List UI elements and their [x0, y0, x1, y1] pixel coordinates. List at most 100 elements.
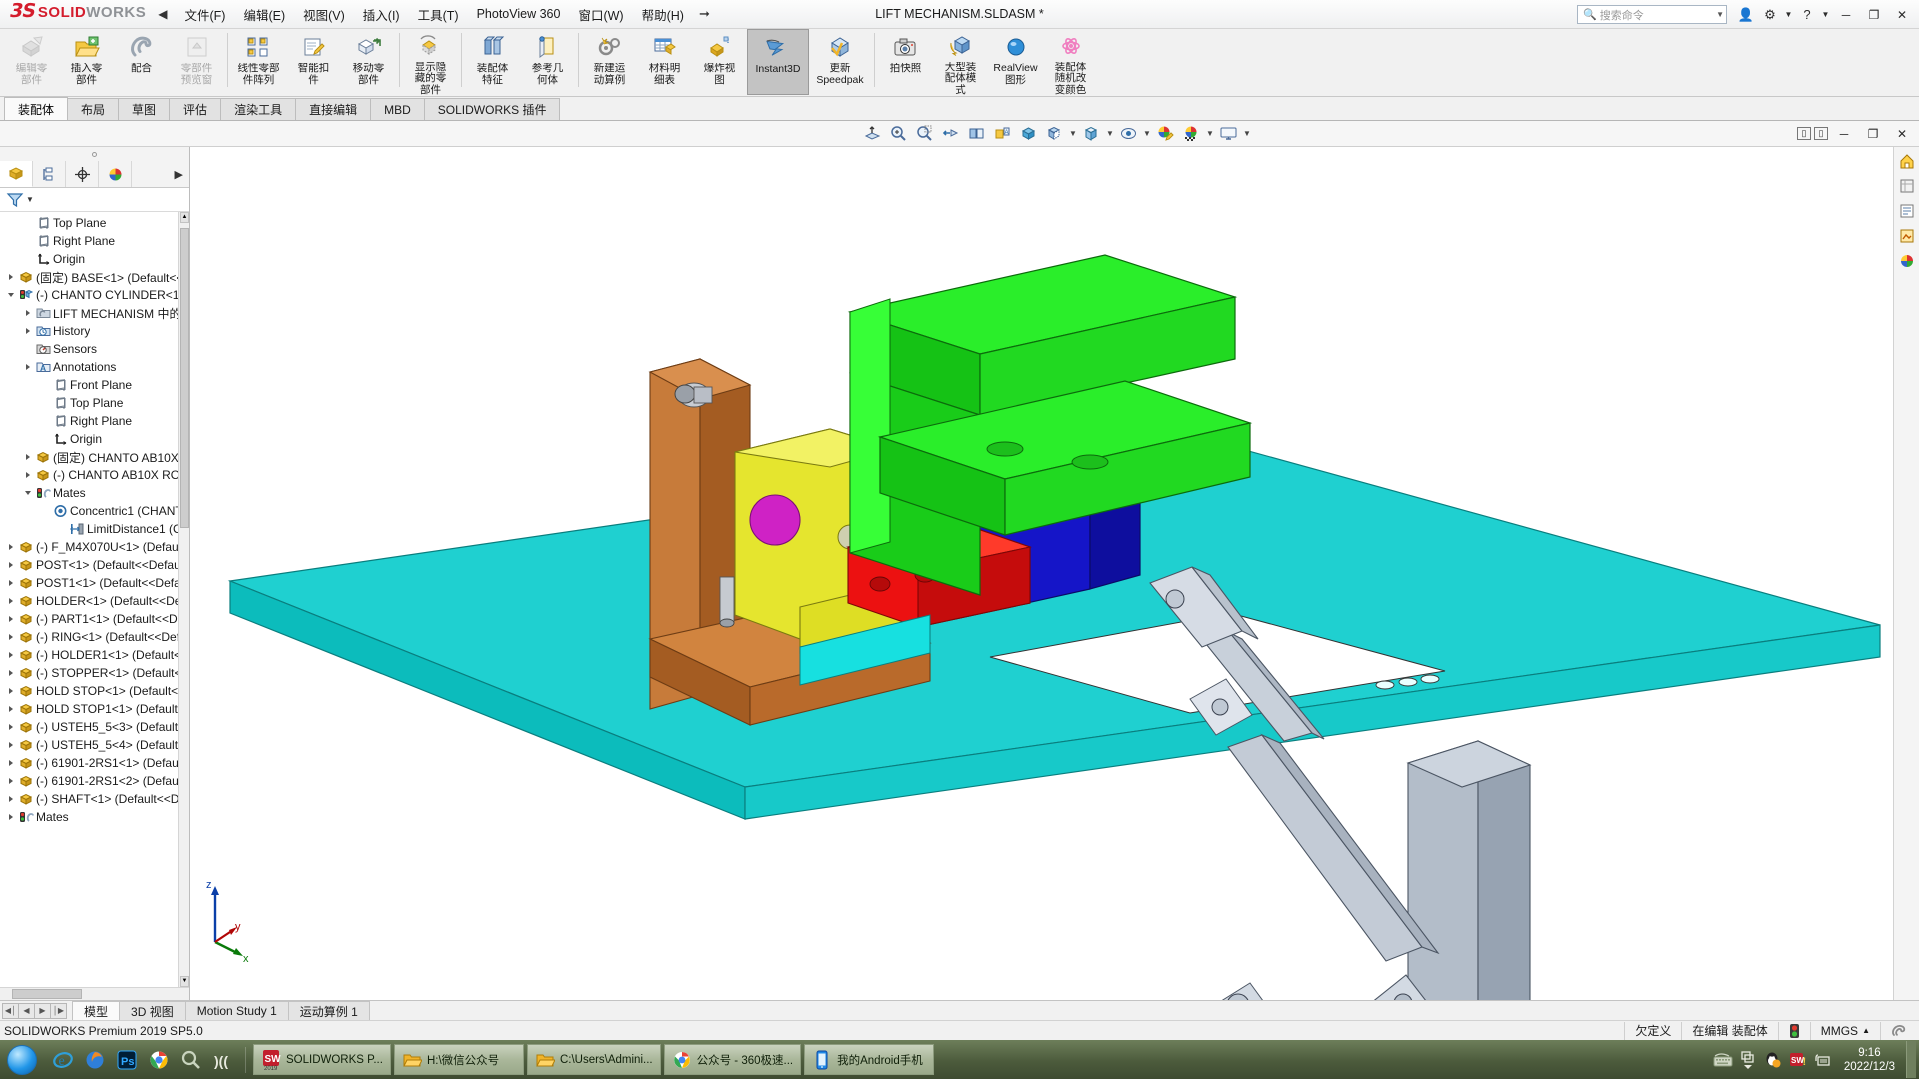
viewport-caret-icon[interactable]: ▼	[1242, 129, 1252, 138]
expand-arrow-icon[interactable]	[4, 813, 17, 821]
tab-layout[interactable]: 布局	[67, 98, 120, 120]
expand-arrow-icon[interactable]	[4, 741, 17, 749]
feature-tree-item[interactable]: Right Plane	[0, 232, 189, 250]
status-paperclip[interactable]	[1880, 1021, 1917, 1040]
help-icon[interactable]: ?	[1796, 5, 1818, 25]
network-tray-icon[interactable]	[1813, 1049, 1833, 1071]
expand-arrow-icon[interactable]	[21, 309, 34, 317]
color-pane-icon[interactable]	[1897, 251, 1917, 271]
zoom-in-out-icon[interactable]	[912, 123, 937, 145]
search-input[interactable]: 搜索命令	[1600, 7, 1716, 23]
apply-scene-icon[interactable]	[1116, 123, 1141, 145]
cmd-linear-pattern[interactable]: 线性零部 件阵列	[231, 29, 286, 95]
search-command-box[interactable]: 🔍 搜索命令 ▼	[1577, 5, 1727, 24]
feature-tree-item[interactable]: (-) USTEH5_5<3> (Default<	[0, 718, 189, 736]
filter-caret-icon[interactable]: ▼	[26, 195, 34, 204]
menu-collapse-arrow-icon[interactable]: ◀	[152, 7, 175, 21]
feature-tree-item[interactable]: Mates	[0, 808, 189, 826]
expand-arrow-icon[interactable]	[4, 579, 17, 587]
next-tab-button[interactable]: ▶	[34, 1002, 51, 1019]
cmd-instant3d[interactable]: Instant3D	[747, 29, 809, 95]
tab-mbd[interactable]: MBD	[370, 98, 425, 120]
feature-tree-item[interactable]: Origin	[0, 430, 189, 448]
collapse-arrow-icon[interactable]	[4, 291, 17, 299]
expand-arrow-icon[interactable]	[4, 543, 17, 551]
cmd-smart-fasteners[interactable]: 智能扣件	[286, 29, 341, 95]
tab-render-tools[interactable]: 渲染工具	[220, 98, 297, 120]
feature-tree-item[interactable]: (-) SHAFT<1> (Default<<De	[0, 790, 189, 808]
expand-arrow-icon[interactable]	[21, 471, 34, 479]
view-orientation-icon[interactable]: A	[990, 123, 1015, 145]
taskbar-android-phone[interactable]: 我的Android手机	[804, 1044, 935, 1075]
last-tab-button[interactable]: │▶	[50, 1002, 67, 1019]
start-button[interactable]	[0, 1041, 44, 1078]
section-view-icon[interactable]	[964, 123, 989, 145]
feature-tree-item[interactable]: LIFT MECHANISM 中的配	[0, 304, 189, 322]
cmd-new-motion-study[interactable]: 新建运 动算例	[582, 29, 637, 95]
display-style-cube-icon[interactable]	[1016, 123, 1041, 145]
tab-assembly[interactable]: 装配体	[4, 97, 69, 120]
cmd-reference-geometry[interactable]: 参考几 何体	[520, 29, 575, 95]
ie-quicklaunch-icon[interactable]: e	[48, 1045, 78, 1075]
feature-tree-item[interactable]: (固定) CHANTO AB10X C	[0, 448, 189, 466]
collapse-arrow-icon[interactable]	[21, 489, 34, 497]
settings-gear-icon[interactable]: ⚙	[1759, 5, 1781, 25]
menu-tools[interactable]: 工具(T)	[409, 1, 468, 28]
restore-window-button[interactable]: ❐	[1861, 5, 1887, 25]
appearance-pane-icon[interactable]	[1897, 201, 1917, 221]
show-hidden-tray-icon[interactable]	[1738, 1049, 1758, 1071]
menu-file[interactable]: 文件(F)	[175, 1, 234, 28]
firefox-quicklaunch-icon[interactable]	[80, 1045, 110, 1075]
cmd-move-component[interactable]: 移动零 部件	[341, 29, 396, 95]
cmd-exploded-view[interactable]: 爆炸视图	[692, 29, 747, 95]
feature-tree-item[interactable]: (固定) BASE<1> (Default<<默	[0, 268, 189, 286]
bottom-tab-motion-analysis-1[interactable]: 运动算例 1	[287, 1001, 370, 1020]
taskbar-folder-users[interactable]: C:\Users\Admini...	[526, 1044, 661, 1075]
show-desktop-button[interactable]	[1906, 1041, 1916, 1078]
feature-tree-item[interactable]: (-) CHANTO AB10X ROD	[0, 466, 189, 484]
expand-arrow-icon[interactable]	[4, 705, 17, 713]
tab-sketch[interactable]: 草图	[118, 98, 171, 120]
previous-view-icon[interactable]	[938, 123, 963, 145]
hide-show-items-caret-icon[interactable]: ▼	[1068, 129, 1078, 138]
feature-tree-scrollbar[interactable]: ▲ ▼	[178, 212, 189, 987]
display-style-icon[interactable]	[1079, 123, 1104, 145]
document-restore-button[interactable]: ❐	[1860, 124, 1886, 144]
display-manager-tab[interactable]	[99, 161, 132, 187]
render-pane-icon[interactable]	[1897, 226, 1917, 246]
skype-quicklaunch-icon[interactable]: )((	[208, 1045, 238, 1075]
feature-tree-item[interactable]: Top Plane	[0, 214, 189, 232]
scroll-up-arrow-icon[interactable]: ▲	[180, 212, 189, 223]
bottom-tab-3dviews[interactable]: 3D 视图	[119, 1001, 186, 1020]
feature-tree-item[interactable]: HOLD STOP<1> (Default<<	[0, 682, 189, 700]
feature-tree-item[interactable]: (-) CHANTO CYLINDER<1>	[0, 286, 189, 304]
expand-arrow-icon[interactable]	[21, 453, 34, 461]
apply-scene-caret-icon[interactable]: ▼	[1142, 129, 1152, 138]
tab-solidworks-addins[interactable]: SOLIDWORKS 插件	[423, 98, 561, 120]
help-caret-icon[interactable]: ▼	[1820, 5, 1831, 25]
cmd-update-speedpak[interactable]: 更新 Speedpak	[809, 29, 871, 95]
feature-tree-item[interactable]: Right Plane	[0, 412, 189, 430]
taskbar-360browser[interactable]: 公众号 - 360极速...	[663, 1044, 802, 1075]
feature-tree-item[interactable]: HOLDER<1> (Default<<Def	[0, 592, 189, 610]
expand-arrow-icon[interactable]	[4, 633, 17, 641]
menu-window[interactable]: 窗口(W)	[569, 1, 632, 28]
expand-arrow-icon[interactable]	[4, 669, 17, 677]
feature-tree-item[interactable]: Origin	[0, 250, 189, 268]
feature-tree-item[interactable]: LimitDistance1 (CHA	[0, 520, 189, 538]
status-units-caret-icon[interactable]: ▲	[1862, 1026, 1870, 1035]
menu-insert[interactable]: 插入(I)	[354, 1, 409, 28]
expand-arrow-icon[interactable]	[21, 363, 34, 371]
tab-direct-edit[interactable]: 直接编辑	[295, 98, 372, 120]
previous-tab-button[interactable]: ◀	[18, 1002, 35, 1019]
first-tab-button[interactable]: ◀│	[2, 1002, 19, 1019]
document-minimize-button[interactable]: ─	[1831, 124, 1857, 144]
user-account-icon[interactable]: 👤	[1735, 5, 1757, 25]
menu-view[interactable]: 视图(V)	[294, 1, 354, 28]
configuration-manager-tab[interactable]	[66, 161, 99, 187]
solidworks-tray-icon[interactable]: SW!	[1788, 1049, 1808, 1071]
feature-manager-more-tabs-icon[interactable]: ▶	[175, 161, 189, 187]
cmd-large-assembly-mode[interactable]: 大型装 配体模式	[933, 29, 988, 95]
property-manager-tab[interactable]	[33, 161, 66, 187]
tab-evaluate[interactable]: 评估	[169, 98, 222, 120]
